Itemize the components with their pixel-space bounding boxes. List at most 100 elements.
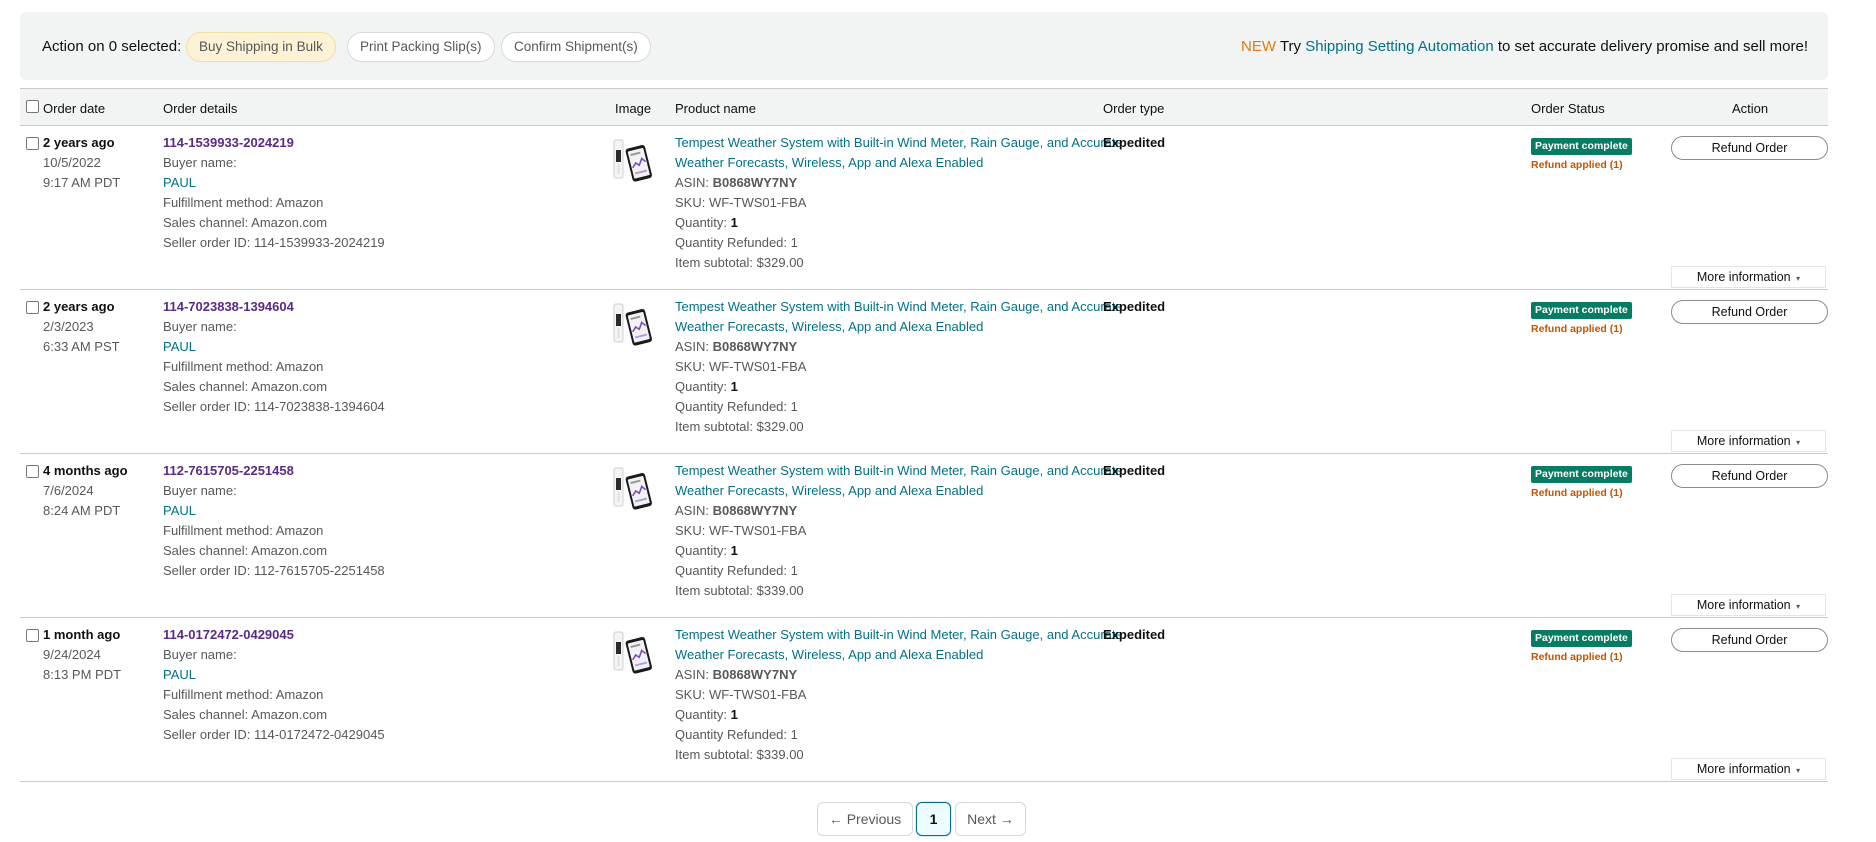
order-date: 2/3/2023: [43, 319, 94, 334]
quantity-refunded-label: Quantity Refunded:: [675, 563, 788, 578]
order-time: 8:13 PM PDT: [43, 667, 122, 682]
product-title-link[interactable]: Tempest Weather System with Built-in Win…: [675, 135, 1123, 170]
product-thumbnail-image[interactable]: [612, 466, 654, 510]
more-information-button[interactable]: More information ▾: [1671, 430, 1826, 452]
product-asin: ASIN: B0868WY7NY: [675, 337, 1123, 357]
header-order-type: Order type: [1103, 101, 1165, 116]
product-sku: SKU: WF-TWS01-FBA: [675, 685, 1123, 705]
order-details-cell: 114-1539933-2024219 Buyer name: PAUL Ful…: [163, 133, 385, 253]
order-age: 1 month ago: [43, 627, 121, 642]
sku-value: WF-TWS01-FBA: [708, 195, 807, 210]
order-row-checkbox[interactable]: [26, 629, 39, 642]
chevron-down-icon: ▾: [1796, 274, 1801, 283]
quantity-refunded-value: 1: [790, 235, 798, 250]
quantity-refunded-value: 1: [790, 727, 798, 742]
sku-value: WF-TWS01-FBA: [708, 359, 807, 374]
refund-order-button[interactable]: Refund Order: [1671, 300, 1828, 324]
item-subtotal-label: Item subtotal:: [675, 747, 754, 762]
order-age: 4 months ago: [43, 463, 128, 478]
asin-label: ASIN:: [675, 339, 709, 354]
item-subtotal-label: Item subtotal:: [675, 419, 754, 434]
order-id-link[interactable]: 114-1539933-2024219: [163, 135, 294, 150]
product-title-line2: Weather Forecasts, Wireless, App and Ale…: [675, 155, 984, 170]
buy-shipping-in-bulk-button[interactable]: Buy Shipping in Bulk: [186, 32, 336, 62]
asin-value: B0868WY7NY: [712, 175, 798, 190]
product-title-line2: Weather Forecasts, Wireless, App and Ale…: [675, 483, 984, 498]
seller-order-id-value: 112-7615705-2251458: [254, 563, 385, 578]
order-row: 4 months ago 7/6/2024 8:24 AM PDT 112-76…: [20, 454, 1828, 618]
header-action: Action: [1732, 101, 1769, 116]
product-quantity-refunded: Quantity Refunded: 1: [675, 233, 1123, 253]
shipping-setting-automation-link[interactable]: Shipping Setting Automation: [1305, 38, 1493, 55]
buyer-name-label: Buyer name:: [163, 483, 237, 498]
order-row: 2 years ago 2/3/2023 6:33 AM PST 114-702…: [20, 290, 1828, 454]
order-status-cell: Payment complete Refund applied (1): [1531, 629, 1632, 663]
product-title-link[interactable]: Tempest Weather System with Built-in Win…: [675, 627, 1123, 662]
product-title-link[interactable]: Tempest Weather System with Built-in Win…: [675, 463, 1123, 498]
order-id-link[interactable]: 112-7615705-2251458: [163, 463, 294, 478]
buyer-name-link[interactable]: PAUL: [163, 175, 196, 190]
order-type: Expedited: [1103, 135, 1166, 150]
refund-order-button[interactable]: Refund Order: [1671, 464, 1828, 488]
order-id-link[interactable]: 114-0172472-0429045: [163, 627, 294, 642]
asin-label: ASIN:: [675, 667, 709, 682]
order-age: 2 years ago: [43, 135, 115, 150]
seller-order-id-label: Seller order ID:: [163, 399, 251, 414]
product-cell: Tempest Weather System with Built-in Win…: [675, 625, 1123, 765]
order-date-cell: 4 months ago 7/6/2024 8:24 AM PDT: [43, 461, 128, 521]
more-information-button[interactable]: More information ▾: [1671, 758, 1826, 780]
product-asin: ASIN: B0868WY7NY: [675, 665, 1123, 685]
print-packing-slips-button[interactable]: Print Packing Slip(s): [347, 32, 495, 62]
buyer-name-link[interactable]: PAUL: [163, 667, 196, 682]
refund-applied-status: Refund applied (1): [1531, 159, 1623, 171]
next-page-button[interactable]: Next →: [955, 802, 1026, 836]
product-cell: Tempest Weather System with Built-in Win…: [675, 461, 1123, 601]
product-thumbnail-image[interactable]: [612, 138, 654, 182]
order-status-cell: Payment complete Refund applied (1): [1531, 301, 1632, 335]
orders-table-header: Order date Order details Image Product n…: [20, 88, 1828, 126]
buyer-name-link[interactable]: PAUL: [163, 339, 196, 354]
product-asin: ASIN: B0868WY7NY: [675, 501, 1123, 521]
confirm-shipments-button[interactable]: Confirm Shipment(s): [501, 32, 651, 62]
item-subtotal: Item subtotal: $339.00: [675, 581, 1123, 601]
buyer-name-link[interactable]: PAUL: [163, 503, 196, 518]
more-information-button[interactable]: More information ▾: [1671, 594, 1826, 616]
seller-order-id: Seller order ID: 112-7615705-2251458: [163, 561, 385, 581]
order-id-link[interactable]: 114-7023838-1394604: [163, 299, 294, 314]
previous-page-button[interactable]: ← Previous: [817, 802, 913, 836]
quantity-refunded-label: Quantity Refunded:: [675, 399, 788, 414]
refund-order-button[interactable]: Refund Order: [1671, 628, 1828, 652]
promo-try-text: Try: [1279, 38, 1302, 55]
order-time: 6:33 AM PST: [43, 339, 120, 354]
seller-order-id: Seller order ID: 114-1539933-2024219: [163, 233, 385, 253]
order-status-cell: Payment complete Refund applied (1): [1531, 465, 1632, 499]
item-subtotal-value: $329.00: [756, 419, 804, 434]
order-date-cell: 2 years ago 2/3/2023 6:33 AM PST: [43, 297, 120, 357]
more-information-button[interactable]: More information ▾: [1671, 266, 1826, 288]
sku-value: WF-TWS01-FBA: [708, 687, 807, 702]
order-details-cell: 114-7023838-1394604 Buyer name: PAUL Ful…: [163, 297, 385, 417]
order-row: 2 years ago 10/5/2022 9:17 AM PDT 114-15…: [20, 126, 1828, 290]
refund-order-button[interactable]: Refund Order: [1671, 136, 1828, 160]
quantity-value: 1: [730, 215, 738, 230]
asin-value: B0868WY7NY: [712, 503, 798, 518]
more-information-label: More information: [1696, 762, 1791, 776]
order-row-checkbox[interactable]: [26, 301, 39, 314]
quantity-refunded-value: 1: [790, 399, 798, 414]
product-quantity: Quantity: 1: [675, 377, 1123, 397]
more-information-label: More information: [1696, 598, 1791, 612]
order-row-checkbox[interactable]: [26, 137, 39, 150]
order-details-cell: 114-0172472-0429045 Buyer name: PAUL Ful…: [163, 625, 385, 745]
page-1-button[interactable]: 1: [916, 802, 951, 836]
quantity-label: Quantity:: [675, 543, 728, 558]
item-subtotal-label: Item subtotal:: [675, 255, 754, 270]
product-thumbnail-image[interactable]: [612, 630, 654, 674]
quantity-value: 1: [730, 543, 738, 558]
select-all-checkbox[interactable]: [26, 100, 39, 113]
order-row: 1 month ago 9/24/2024 8:13 PM PDT 114-01…: [20, 618, 1828, 782]
sku-value: WF-TWS01-FBA: [708, 523, 807, 538]
product-thumbnail-image[interactable]: [612, 302, 654, 346]
payment-complete-badge: Payment complete: [1531, 466, 1632, 483]
order-row-checkbox[interactable]: [26, 465, 39, 478]
product-title-link[interactable]: Tempest Weather System with Built-in Win…: [675, 299, 1123, 334]
